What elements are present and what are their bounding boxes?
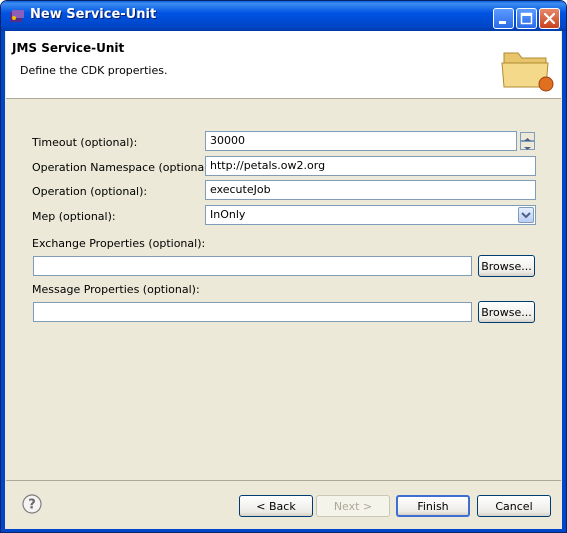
namespace-field[interactable]: http://petals.ow2.org [205, 156, 536, 176]
timeout-label: Timeout (optional): [32, 136, 138, 149]
window-frame-left [1, 31, 5, 531]
next-button[interactable]: Next > [316, 495, 390, 517]
chevron-down-icon [524, 147, 531, 150]
exchange-properties-label: Exchange Properties (optional): [32, 237, 206, 250]
operation-field[interactable]: executeJob [205, 180, 536, 200]
exchange-browse-button[interactable]: Browse... [478, 255, 535, 277]
svg-text:?: ? [28, 498, 36, 513]
maximize-button[interactable] [516, 8, 537, 29]
minimize-icon [499, 21, 506, 24]
title-bar[interactable]: New Service-Unit [1, 1, 566, 31]
mep-dropdown-button[interactable] [518, 207, 534, 223]
message-browse-button[interactable]: Browse... [478, 301, 535, 323]
timeout-field[interactable]: 30000 [205, 131, 517, 151]
maximize-icon [520, 12, 533, 25]
message-properties-label: Message Properties (optional): [32, 283, 200, 296]
banner-title: JMS Service-Unit [12, 41, 125, 55]
finish-button[interactable]: Finish [396, 495, 470, 517]
cancel-button[interactable]: Cancel [477, 495, 551, 517]
message-properties-field[interactable] [33, 302, 472, 322]
eclipse-app-icon [10, 10, 24, 22]
wizard-banner: JMS Service-Unit Define the CDK properti… [6, 31, 561, 99]
help-icon[interactable]: ? [22, 494, 42, 514]
footer-separator [6, 480, 561, 481]
banner-description: Define the CDK properties. [20, 64, 168, 77]
dialog-window: New Service-Unit JMS Service-Unit Define… [0, 0, 567, 533]
wizard-content: Timeout (optional): 30000 Operation Name… [6, 100, 561, 480]
mep-label: Mep (optional): [32, 210, 116, 223]
window-frame-bottom [1, 529, 566, 532]
back-button[interactable]: < Back [239, 495, 313, 517]
window-frame-right [562, 31, 566, 531]
exchange-properties-field[interactable] [33, 256, 472, 276]
close-button[interactable] [539, 8, 560, 29]
timeout-spin-up[interactable] [520, 132, 535, 141]
window-title: New Service-Unit [30, 7, 157, 22]
timeout-spin-down[interactable] [520, 141, 535, 150]
mep-select[interactable]: InOnly [205, 205, 536, 225]
folder-icon [501, 52, 554, 92]
namespace-label: Operation Namespace (optional): [32, 161, 216, 174]
minimize-button[interactable] [493, 8, 514, 29]
operation-label: Operation (optional): [32, 185, 148, 198]
chevron-down-icon [521, 212, 531, 219]
close-icon [543, 12, 556, 25]
